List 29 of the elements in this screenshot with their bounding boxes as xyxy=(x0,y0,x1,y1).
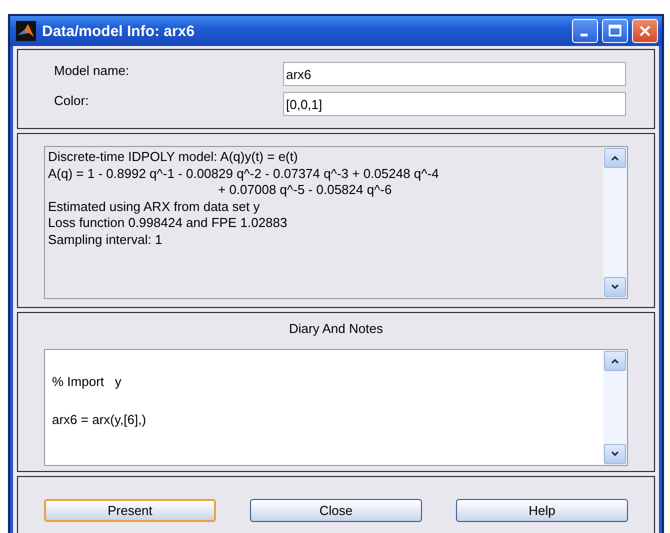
window-title: Data/model Info: arx6 xyxy=(42,22,195,40)
minimize-button[interactable] xyxy=(572,19,598,43)
text-line: arx6 = arx(y,[6],) xyxy=(52,411,148,429)
dialog-button[interactable]: Present xyxy=(44,499,216,522)
dialog-button[interactable]: Help xyxy=(456,499,628,522)
text-area[interactable]: % Import y arx6 = arx(y,[6],) xyxy=(44,349,628,466)
close-button[interactable] xyxy=(632,19,658,43)
text-line: Estimated using ARX from data set y xyxy=(48,198,261,216)
text-line: A(q) = 1 - 0.8992 q^-1 - 0.00829 q^-2 - 0.07374 q^-3 + 0.05248 q^-4 xyxy=(48,166,440,182)
field-label: Color: xyxy=(54,92,90,108)
input-field[interactable]: arx6 xyxy=(283,62,626,86)
app-logo-icon xyxy=(16,21,36,41)
section-title: Diary And Notes xyxy=(288,321,384,338)
dialog-button[interactable]: Close xyxy=(250,499,422,522)
input-field[interactable]: [0,0,1] xyxy=(283,92,626,116)
field-label: Model name: xyxy=(54,62,130,78)
scroll-down-icon[interactable] xyxy=(604,277,626,297)
scroll-up-icon[interactable] xyxy=(604,351,626,371)
text-line: Discrete-time IDPOLY model: A(q)y(t) = e(t) xyxy=(48,149,299,166)
text-line: % Import y xyxy=(52,373,122,391)
scrollbar[interactable] xyxy=(603,350,627,465)
text-line: Loss function 0.998424 and FPE 1.02883 xyxy=(48,215,288,232)
text-area[interactable] xyxy=(44,146,628,299)
text-line: + 0.07008 q^-5 - 0.05824 q^-6 xyxy=(217,182,393,199)
text-line: Sampling interval: 1 xyxy=(48,232,164,249)
scrollbar[interactable] xyxy=(603,147,627,298)
scroll-up-icon[interactable] xyxy=(604,148,626,168)
maximize-button[interactable] xyxy=(602,19,628,43)
scroll-down-icon[interactable] xyxy=(604,444,626,464)
